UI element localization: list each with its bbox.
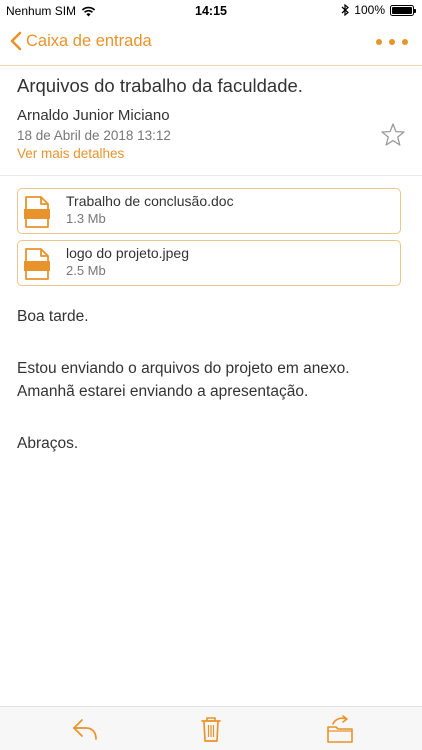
trash-icon[interactable] — [196, 714, 226, 744]
move-folder-icon[interactable] — [325, 714, 355, 744]
more-dot — [402, 39, 408, 45]
battery-fill — [392, 6, 412, 14]
attachment-size: 1.3 Mb — [66, 211, 106, 226]
document-file-icon — [24, 196, 50, 228]
bottom-toolbar — [0, 706, 422, 750]
status-bar: Nenhum SIM 14:15 100% — [0, 0, 422, 22]
email-sender: Arnaldo Junior Miciano — [17, 107, 170, 124]
body-closing: Abraços. — [17, 435, 79, 452]
attachment-name: logo do projeto.jpeg — [66, 245, 189, 261]
battery-percent: 100% — [354, 3, 385, 17]
battery-cap — [414, 8, 416, 13]
more-dot — [376, 39, 382, 45]
email-body: Boa tarde. Estou enviando o arquivos do … — [17, 305, 407, 455]
body-line: Amanhã estarei enviando a apresentação. — [17, 383, 309, 400]
chevron-left-icon — [10, 31, 22, 51]
status-right: 100% — [341, 3, 416, 17]
battery-icon — [390, 4, 416, 16]
attachment-name: Trabalho de conclusão.doc — [66, 193, 234, 209]
bluetooth-icon — [341, 4, 350, 16]
reply-icon[interactable] — [70, 714, 100, 744]
email-header: Arquivos do trabalho da faculdade. Arnal… — [0, 66, 422, 176]
more-options-icon[interactable] — [376, 39, 408, 45]
nav-bar: Caixa de entrada — [0, 22, 422, 66]
body-line: Estou enviando o arquivos do projeto em … — [17, 360, 350, 377]
attachment-item[interactable]: Trabalho de conclusão.doc 1.3 Mb — [17, 188, 401, 234]
back-label: Caixa de entrada — [26, 31, 152, 50]
image-file-icon — [24, 248, 50, 280]
back-button[interactable]: Caixa de entrada — [10, 31, 152, 51]
more-dot — [389, 39, 395, 45]
email-date: 18 de Abril de 2018 13:12 — [17, 128, 171, 143]
star-icon[interactable] — [380, 122, 406, 148]
attachments-list: Trabalho de conclusão.doc 1.3 Mb logo do… — [17, 188, 402, 292]
attachment-size: 2.5 Mb — [66, 263, 106, 278]
attachment-item[interactable]: logo do projeto.jpeg 2.5 Mb — [17, 240, 401, 286]
email-subject: Arquivos do trabalho da faculdade. — [17, 75, 303, 96]
details-link[interactable]: Ver mais detalhes — [17, 146, 124, 161]
body-greeting: Boa tarde. — [17, 308, 89, 325]
